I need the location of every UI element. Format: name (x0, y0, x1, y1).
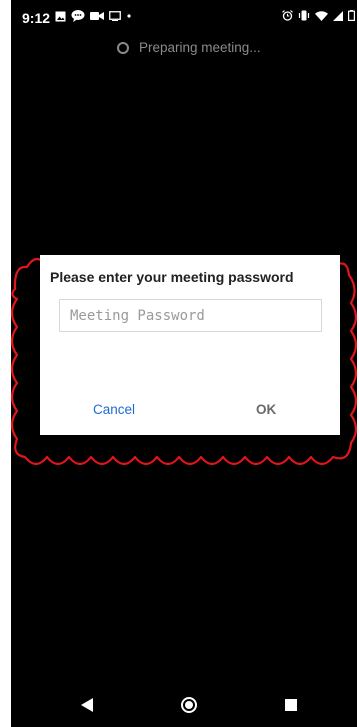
vibrate-icon (298, 10, 310, 21)
cast-icon (109, 11, 121, 21)
navigation-bar (11, 687, 357, 727)
alarm-icon (282, 10, 293, 21)
loading-spinner-icon (117, 41, 129, 54)
system-status-icons (282, 10, 355, 21)
chat-bubble-icon (71, 10, 85, 22)
video-camera-icon (90, 11, 104, 21)
back-icon[interactable] (81, 698, 93, 712)
dot-icon (126, 11, 132, 21)
status-time: 9:12 (22, 10, 51, 26)
preparing-indicator: Preparing meeting... (117, 40, 261, 55)
signal-icon (333, 10, 343, 21)
cancel-button[interactable]: Cancel (93, 402, 135, 417)
wifi-icon (315, 10, 328, 21)
recents-icon[interactable] (285, 699, 297, 711)
battery-icon (348, 10, 355, 21)
status-bar: 9:12 (11, 0, 357, 32)
notification-icons (55, 10, 132, 22)
password-dialog: Please enter your meeting password Cance… (40, 255, 340, 435)
dialog-title: Please enter your meeting password (50, 269, 294, 285)
home-icon[interactable] (181, 697, 197, 713)
meeting-password-input[interactable] (59, 299, 322, 332)
image-icon (55, 11, 66, 22)
phone-screen: 9:12 Preparing meeting... Please enter y… (11, 0, 357, 727)
preparing-text: Preparing meeting... (139, 40, 261, 55)
ok-button[interactable]: OK (256, 402, 276, 417)
